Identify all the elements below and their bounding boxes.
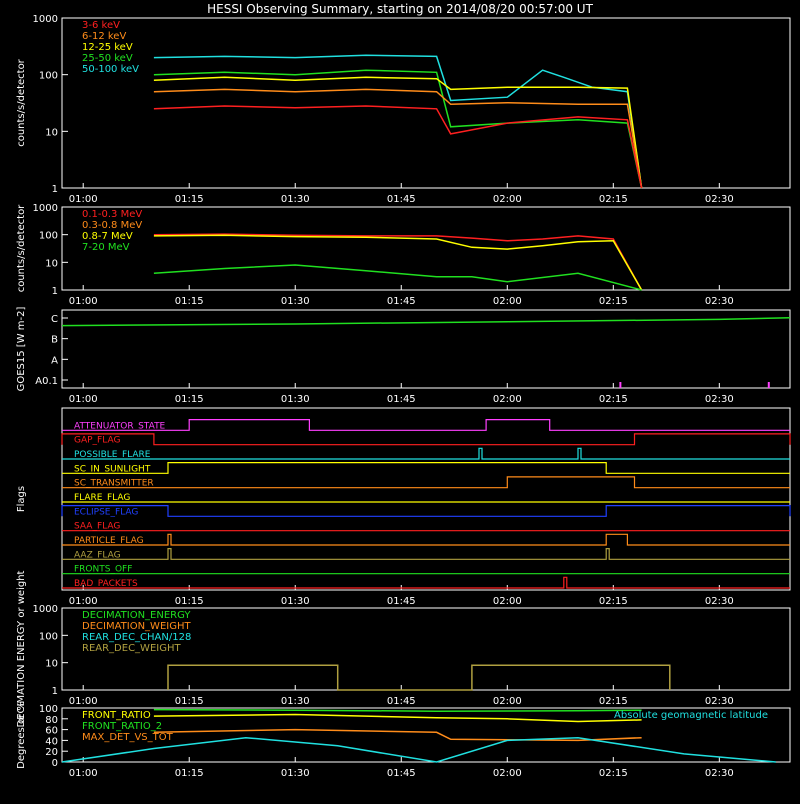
y-tick-label: 10 [45,659,58,670]
x-tick-label: 02:00 [493,194,522,205]
x-tick-label: 01:45 [387,296,416,307]
page-title: HESSI Observing Summary, starting on 201… [207,2,593,16]
observing-summary: HESSI Observing Summary, starting on 201… [0,0,800,800]
x-tick-label: 02:00 [493,768,522,779]
y-tick-label: 20 [45,747,58,758]
legend-entry: 7-20 MeV [82,242,130,253]
x-tick-label: 01:15 [175,768,204,779]
y-tick-label: 10 [45,258,58,269]
x-tick-label: 02:30 [705,596,734,607]
y-tick-label: 1 [52,286,58,297]
x-tick-label: 01:00 [69,394,98,405]
y-tick-label: 1000 [33,604,58,615]
y-tick-label: 10 [45,127,58,138]
x-tick-label: 01:30 [281,296,310,307]
legend-entry: 6-12 keV [82,31,126,42]
y-tick-label: 40 [45,736,58,747]
x-tick-label: 01:30 [281,596,310,607]
x-tick-label: 01:00 [69,296,98,307]
x-tick-label: 02:30 [705,194,734,205]
x-tick-label: 01:15 [175,596,204,607]
annotation-label: Absolute geomagnetic latitude [614,710,768,721]
x-tick-label: 02:30 [705,296,734,307]
y-tick-label: 80 [45,715,58,726]
x-tick-label: 02:30 [705,696,734,707]
y-tick-label: 100 [39,71,58,82]
x-tick-label: 02:15 [599,768,628,779]
y-tick-label: 100 [39,231,58,242]
y-tick-label: 60 [45,726,58,737]
x-tick-label: 01:00 [69,696,98,707]
y-axis-label: GOES15 [W m-2] [16,307,27,392]
flag-label: GAP_FLAG [74,436,120,446]
x-tick-label: 01:15 [175,696,204,707]
x-tick-label: 02:15 [599,696,628,707]
legend-entry: DECIMATION_WEIGHT [82,621,191,632]
legend-entry: 0.3-0.8 MeV [82,220,142,231]
x-tick-label: 02:00 [493,696,522,707]
legend-entry: DECIMATION_ENERGY [82,610,191,621]
y-tick-label: 0 [52,758,58,769]
x-tick-label: 02:00 [493,296,522,307]
x-tick-label: 01:00 [69,768,98,779]
legend-entry: 25-50 keV [82,53,133,64]
y-tick-label: 1 [52,686,58,697]
y-axis-label: Degrees or % [16,701,27,769]
y-axis-label: counts/s/detector [16,204,27,292]
x-tick-label: 01:30 [281,696,310,707]
legend-entry: 12-25 keV [82,42,133,53]
x-tick-label: 02:15 [599,296,628,307]
y-tick-label: 1 [52,184,58,195]
x-tick-label: 02:15 [599,596,628,607]
legend-entry: 0.8-7 MeV [82,231,133,242]
y-tick-label: 100 [39,631,58,642]
y-tick-label: 1000 [33,14,58,25]
x-tick-label: 01:15 [175,394,204,405]
x-tick-label: 01:00 [69,194,98,205]
x-tick-label: 01:45 [387,596,416,607]
legend-entry: 50-100 keV [82,64,139,75]
legend-entry: REAR_DEC_CHAN/128 [82,632,191,643]
legend-entry: MAX_DET_VS_TOT [82,732,174,743]
x-tick-label: 01:00 [69,596,98,607]
y-tick-label: A [51,355,58,366]
legend-entry: 0.1-0.3 MeV [82,209,142,220]
x-tick-label: 01:45 [387,194,416,205]
x-tick-label: 01:15 [175,194,204,205]
y-tick-label: A0.1 [35,376,58,387]
summary-plots: HESSI Observing Summary, starting on 201… [0,0,800,800]
y-tick-label: 100 [39,704,58,715]
x-tick-label: 01:30 [281,768,310,779]
legend-entry: FRONT_RATIO [82,710,151,721]
x-tick-label: 01:30 [281,194,310,205]
x-tick-label: 01:45 [387,696,416,707]
y-axis-label: counts/s/detector [16,58,27,146]
x-tick-label: 01:15 [175,296,204,307]
x-tick-label: 02:30 [705,768,734,779]
x-tick-label: 02:15 [599,194,628,205]
x-tick-label: 01:45 [387,394,416,405]
y-axis-label: Flags [16,486,27,512]
x-tick-label: 02:30 [705,394,734,405]
y-tick-label: B [51,335,58,346]
y-tick-label: 1000 [33,203,58,214]
x-tick-label: 02:00 [493,394,522,405]
x-tick-label: 02:15 [599,394,628,405]
y-tick-label: C [51,314,58,325]
legend-entry: REAR_DEC_WEIGHT [82,643,181,654]
x-tick-label: 02:00 [493,596,522,607]
legend-entry: 3-6 keV [82,20,120,31]
x-tick-label: 01:45 [387,768,416,779]
legend-entry: FRONT_RATIO_2 [82,721,162,732]
x-tick-label: 01:30 [281,394,310,405]
flag-label: ECLIPSE_FLAG [74,507,138,517]
